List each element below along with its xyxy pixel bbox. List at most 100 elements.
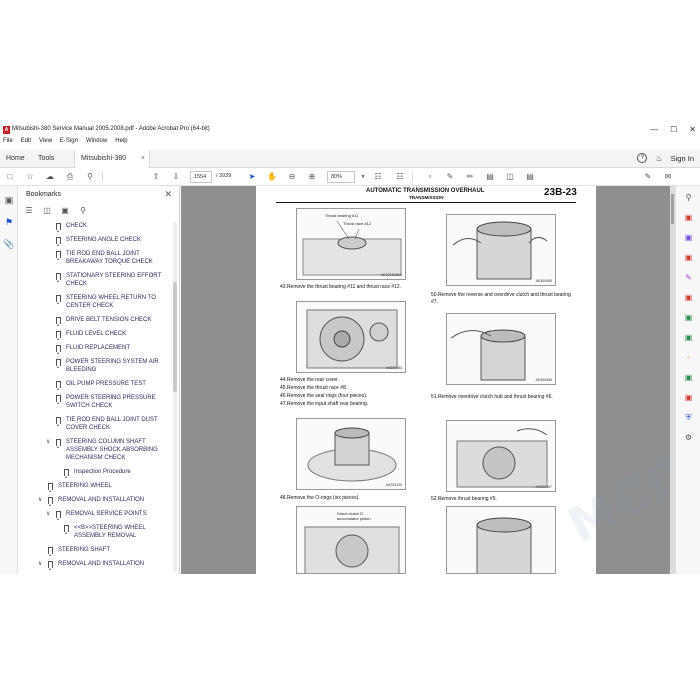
find-bookmark-icon[interactable]: ⚲ [78,206,88,216]
notifications-bell-icon[interactable]: ♨ [655,154,662,163]
close-window-button[interactable]: ✕ [689,125,696,134]
bookmark-icon [56,273,61,282]
print-icon[interactable]: ⎙ [64,171,76,183]
tab-tools[interactable]: Tools [32,150,60,168]
bookmark-icon [56,345,61,354]
callout-thrust-bearing: Thrust bearing #11 [325,213,359,218]
maximize-button[interactable]: ☐ [670,125,677,134]
bookmark-label: FLUID LEVEL CHECK [66,331,127,337]
tab-home[interactable]: Home [0,150,31,168]
next-page-icon[interactable]: ⇩ [170,171,182,183]
bookmark-label: POWER STEERING PRESSURE SWITCH CHECK [66,395,156,409]
menu-edit[interactable]: Edit [21,138,31,150]
bookmark-label: CHECK [66,223,88,229]
page-number-input[interactable]: 1554 [190,171,212,183]
bookmark-icon [56,381,61,390]
zoom-level-select[interactable]: 80% [327,171,355,183]
figure-thrust-bearing-11: Thrust bearing #11 Thrust race #12 AK203… [296,208,406,280]
figure-next [446,506,556,574]
hand-tool-icon[interactable]: ✋ [266,171,278,183]
bookmark-label: STATIONARY STEERING EFFORT CHECK [66,273,162,287]
step-47: 47.Remove the input shaft rear bearing. [280,401,369,407]
edit-pdf-icon[interactable]: ▣ [683,292,694,303]
bookmark-label: TIE ROD END BALL JOINT BREAKAWAY TORQUE … [66,251,153,265]
menu-window[interactable]: Window [86,138,107,150]
create-pdf-icon[interactable]: ▣ [683,212,694,223]
step-50: 50.Remove the reverse and overdrive clut… [431,292,571,305]
step-51: 51.Remove overdrive clutch hub and thrus… [431,394,553,400]
scan-ocr-icon[interactable]: ▣ [683,332,694,343]
comment-tool-icon[interactable]: ▫ [683,352,694,363]
previous-page-icon[interactable]: ⇧ [150,171,162,183]
upload-cloud-icon[interactable]: ☁ [44,171,56,183]
figure-code: AK300465 [535,279,552,283]
comment-icon[interactable]: ▫ [424,171,436,183]
save-icon[interactable]: □ [4,171,16,183]
zoom-out-icon[interactable]: ⊖ [286,171,298,183]
collapse-chevron-icon[interactable]: ∨ [46,510,52,517]
search-tools-icon[interactable]: ⚲ [683,192,694,203]
bookmark-icon [56,359,61,368]
help-icon[interactable]: ? [637,153,648,163]
collapse-chevron-icon[interactable]: ∨ [38,496,44,503]
search-icon[interactable]: ⚲ [84,171,96,183]
menu-help[interactable]: Help [115,138,127,150]
delete-bookmark-icon[interactable]: ◫ [42,206,52,216]
stamp-icon[interactable]: ▤ [524,171,536,183]
step-45: 45.Remove the thrust race #8. [280,385,348,391]
delete-icon[interactable]: ◫ [504,171,516,183]
page-thumbnails-icon[interactable]: ▣ [3,194,15,206]
bookmark-icon [48,483,53,492]
organize-pages-icon[interactable]: ▣ [683,252,694,263]
fit-page-icon[interactable]: ☷ [372,171,384,183]
export-pdf-icon[interactable]: ▣ [683,312,694,323]
bookmark-icon [56,439,61,448]
close-bookmarks-button[interactable]: ✕ [164,189,172,200]
print-production-icon[interactable]: ▣ [683,392,694,403]
protect-icon[interactable]: ⛨ [683,412,694,423]
bookmark-label: POWER STEERING SYSTEM AIR BLEEDING [66,359,159,373]
mail-icon[interactable]: ✉ [662,171,674,183]
attachments-icon[interactable]: 📎 [3,238,15,250]
figure-code: AK300467 [535,485,552,489]
callout-accumulator: accumulator piston [337,516,371,521]
sign-in-button[interactable]: Sign In [671,154,694,163]
fill-sign-icon[interactable]: ✎ [683,272,694,283]
bookmarks-icon[interactable]: ⚑ [3,216,15,228]
collapse-chevron-icon[interactable]: ∨ [38,560,44,567]
highlight-pen-icon[interactable]: ✎ [444,171,456,183]
bookmark-label: STEERING COLUMN SHAFT ASSEMBLY SHOCK ABS… [66,439,158,461]
minimize-button[interactable]: — [650,125,658,134]
scroll-mode-icon[interactable]: ☷ [394,171,406,183]
bookmark-label: STEERING SHAFT [58,547,111,553]
select-cursor-icon[interactable]: ➤ [246,171,258,183]
figure-reverse-clutch: AK300465 [446,214,556,286]
zoom-in-icon[interactable]: ⊕ [306,171,318,183]
menu-file[interactable]: File [3,138,13,150]
combine-files-icon[interactable]: ▣ [683,232,694,243]
options-menu-icon[interactable]: ☰ [24,206,34,216]
menu-esign[interactable]: E-Sign [60,138,78,150]
compare-icon[interactable]: ▣ [683,372,694,383]
bookmark-label: TIE ROD END BALL JOINT DUST COVER CHECK [66,417,158,431]
new-bookmark-icon[interactable]: ▣ [60,206,70,216]
bookmark-add-icon[interactable]: ☆ [24,171,36,183]
collapse-chevron-icon[interactable]: ∨ [46,438,52,445]
bookmarks-title: Bookmarks [26,191,62,198]
menu-view[interactable]: View [39,138,52,150]
navigation-rail: ▣ ⚑ 📎 [0,186,18,574]
bookmark-label: REMOVAL AND INSTALLATION [58,497,145,503]
bookmarks-scrollbar[interactable] [173,222,177,572]
bookmark-icon [56,251,61,260]
close-tab-button[interactable]: × [141,150,145,168]
text-edit-icon[interactable]: ▤ [484,171,496,183]
more-tools-icon[interactable]: ⚙ [683,432,694,443]
bookmark-icon [56,417,61,426]
zoom-dropdown-icon[interactable]: ▼ [357,171,369,183]
draw-icon[interactable]: ✏ [464,171,476,183]
document-viewport[interactable]: AUTOMATIC TRANSMISSION OVERHAUL TRANSMIS… [181,186,675,574]
menu-bar: File Edit View E-Sign Window Help [0,138,700,150]
tab-document[interactable]: Mitsubishi-380 Ser... × [74,150,150,180]
figure-code: AK300466 [535,378,552,382]
share-link-icon[interactable]: ✎ [642,171,654,183]
